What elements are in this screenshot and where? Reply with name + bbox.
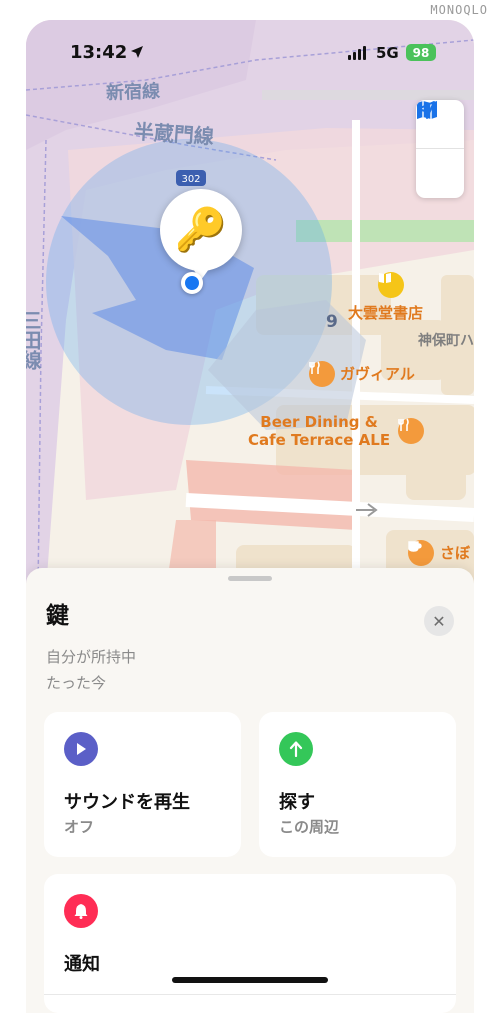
coffee-cup-icon[interactable] — [408, 540, 434, 566]
network-type: 5G — [376, 44, 399, 62]
arrow-up-icon — [279, 732, 313, 766]
phone-screen: 302 新宿線 半蔵門線 三田線 9 神保町ハ 大雲堂書店 ガヴィアル Beer… — [26, 20, 474, 1013]
location-services-icon — [131, 46, 143, 58]
rail-line-label: 半蔵門線 — [133, 119, 215, 149]
play-sound-label: サウンドを再生 — [64, 792, 190, 813]
map-controls — [416, 100, 464, 198]
poi-label[interactable]: ガヴィアル — [340, 365, 415, 383]
notifications-card[interactable]: 通知 — [44, 874, 456, 1013]
fork-knife-icon[interactable] — [309, 361, 335, 387]
area-label: 神保町ハ — [418, 333, 474, 349]
item-owner-status: 自分が所持中 — [46, 648, 137, 666]
find-nearby-card[interactable]: 探す この周辺 — [259, 712, 456, 857]
street-number-label: 9 — [326, 312, 338, 332]
play-sound-card[interactable]: サウンドを再生 オフ — [44, 712, 241, 857]
play-sound-status: オフ — [64, 818, 95, 836]
watermark: MONOQLO — [430, 3, 488, 17]
poi-label[interactable]: Beer Dining & Cafe Terrace ALE — [248, 413, 390, 449]
item-title: 鍵 — [46, 603, 69, 629]
book-icon[interactable] — [378, 272, 404, 298]
item-updated-time: たった今 — [46, 674, 107, 692]
key-icon: 🔑 — [174, 205, 228, 254]
status-time: 13:42 — [70, 42, 128, 63]
locate-me-button[interactable] — [416, 101, 464, 198]
poi-label[interactable]: 大雲堂書店 — [348, 304, 423, 322]
route-shield-number: 302 — [181, 174, 200, 185]
battery-level: 98 — [412, 45, 430, 60]
status-bar: 13:42 5G 98 — [26, 20, 474, 76]
fork-knife-icon[interactable] — [398, 418, 424, 444]
item-marker[interactable]: 🔑 — [160, 189, 242, 280]
battery-icon: 98 — [406, 44, 436, 61]
find-status: この周辺 — [279, 818, 340, 836]
sheet-grabber[interactable] — [228, 576, 272, 581]
current-location-dot — [181, 272, 203, 294]
map-view[interactable]: 302 新宿線 半蔵門線 三田線 9 神保町ハ 大雲堂書店 ガヴィアル Beer… — [26, 20, 474, 590]
item-detail-sheet: 鍵 自分が所持中 たった今 ✕ サウンドを再生 オフ 探す この周辺 通知 — [26, 568, 474, 1013]
location-arrow-icon — [417, 101, 435, 119]
close-button[interactable]: ✕ — [424, 606, 454, 636]
poi-label[interactable]: さぼ — [440, 544, 470, 562]
cellular-signal-icon — [348, 46, 366, 60]
bell-icon — [64, 894, 98, 928]
rail-line-label: 三田線 — [26, 310, 42, 370]
find-label: 探す — [279, 792, 315, 813]
home-indicator[interactable] — [172, 977, 328, 983]
poi-label-line: Cafe Terrace ALE — [248, 431, 391, 449]
play-icon — [64, 732, 98, 766]
divider — [44, 994, 456, 995]
poi-label-line: Beer Dining & — [260, 413, 378, 431]
rail-line-label: 新宿線 — [105, 81, 161, 104]
notifications-label: 通知 — [64, 954, 100, 975]
close-icon: ✕ — [432, 611, 446, 631]
